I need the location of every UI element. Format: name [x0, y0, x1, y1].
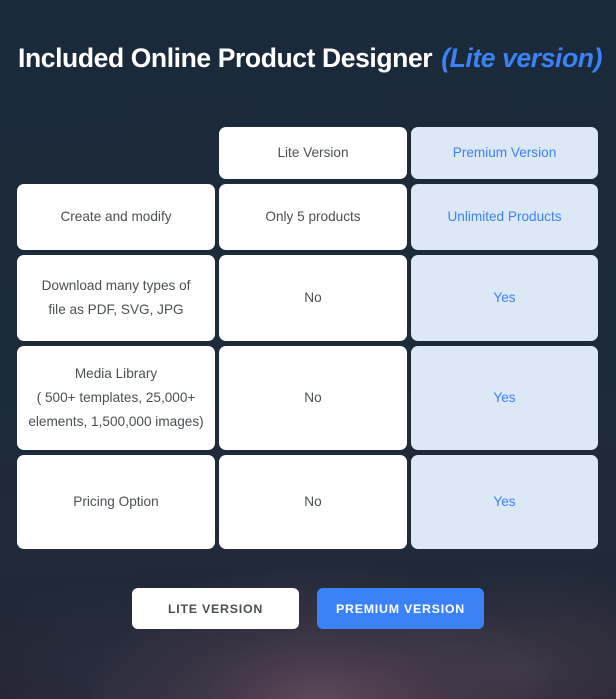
feature-line-3: elements, 1,500,000 images): [28, 414, 204, 429]
header-cell-lite-version: Lite Version: [219, 127, 407, 179]
premium-cell-create-and-modify: Unlimited Products: [411, 184, 598, 250]
feature-cell-download-file-types: Download many types of file as PDF, SVG,…: [17, 255, 215, 341]
feature-line-1: Download many types of: [41, 278, 191, 293]
feature-cell-create-and-modify: Create and modify: [17, 184, 215, 250]
feature-line-2: file as PDF, SVG, JPG: [48, 302, 184, 317]
premium-cell-download-file-types: Yes: [411, 255, 598, 341]
lite-version-button[interactable]: LITE VERSION: [132, 588, 299, 629]
table-row: Create and modify Only 5 products Unlimi…: [17, 184, 598, 250]
comparison-table: Lite Version Premium Version Create and …: [17, 127, 598, 554]
feature-cell-media-library: Media Library ( 500+ templates, 25,000+ …: [17, 346, 215, 450]
header-cell-feature: [17, 127, 215, 179]
cta-button-group: LITE VERSION PREMIUM VERSION: [0, 588, 616, 629]
pricing-comparison-page: Included Online Product Designer (Lite v…: [0, 0, 616, 699]
lite-cell-media-library: No: [219, 346, 407, 450]
table-row: Download many types of file as PDF, SVG,…: [17, 255, 598, 341]
header-cell-premium-version: Premium Version: [411, 127, 598, 179]
premium-cell-media-library: Yes: [411, 346, 598, 450]
lite-cell-download-file-types: No: [219, 255, 407, 341]
page-title: Included Online Product Designer (Lite v…: [18, 43, 604, 85]
premium-version-button[interactable]: PREMIUM VERSION: [317, 588, 484, 629]
feature-line-2: ( 500+ templates, 25,000+: [36, 390, 196, 405]
feature-cell-pricing-option: Pricing Option: [17, 455, 215, 549]
table-row: Media Library ( 500+ templates, 25,000+ …: [17, 346, 598, 450]
feature-line-1: Media Library: [74, 366, 158, 381]
page-title-main: Included Online Product Designer: [18, 43, 433, 73]
premium-cell-pricing-option: Yes: [411, 455, 598, 549]
lite-cell-create-and-modify: Only 5 products: [219, 184, 407, 250]
lite-cell-pricing-option: No: [219, 455, 407, 549]
table-row: Pricing Option No Yes: [17, 455, 598, 549]
page-title-accent: (Lite version): [441, 43, 602, 73]
table-header-row: Lite Version Premium Version: [17, 127, 598, 179]
